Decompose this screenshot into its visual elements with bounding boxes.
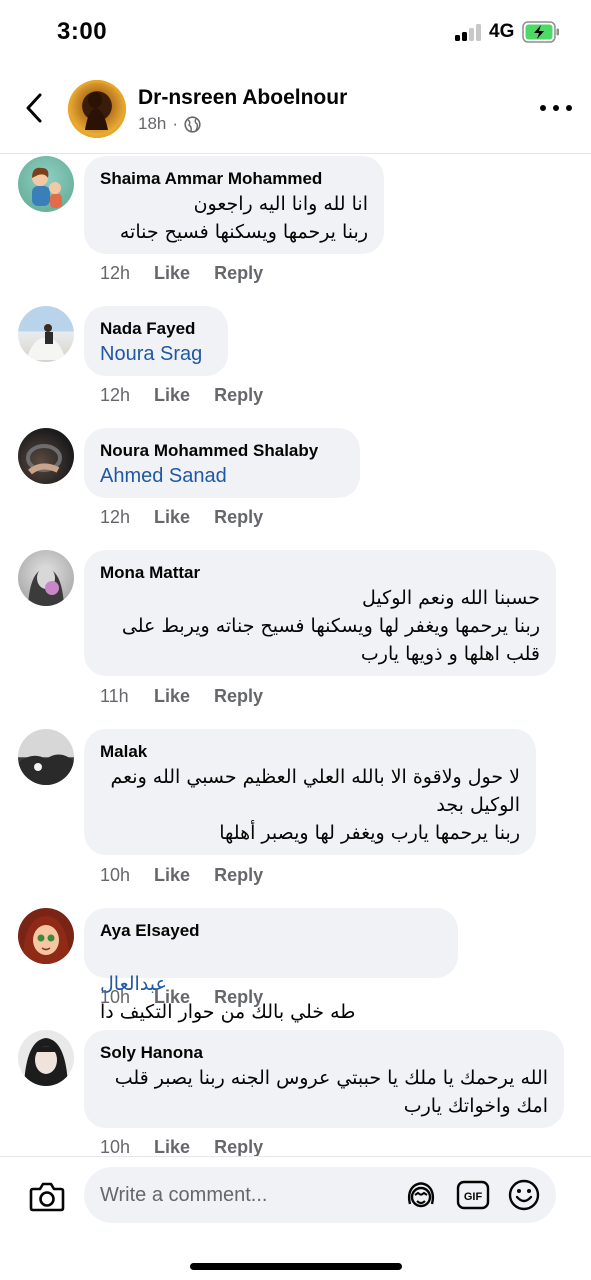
- status-bar: 3:00 4G: [0, 0, 591, 64]
- post-meta: 18h ·: [138, 114, 201, 134]
- comment-bubble[interactable]: Noura Mohammed Shalaby Ahmed Sanad: [84, 428, 360, 498]
- comment-bubble[interactable]: Shaima Ammar Mohammed انا لله وانا اليه …: [84, 156, 384, 254]
- author-name[interactable]: Dr-nsreen Aboelnour: [138, 86, 347, 110]
- comment-text: عبدالعال طه خلي بالك من حوار التكيف دا: [100, 942, 442, 1026]
- like-button[interactable]: Like: [154, 865, 190, 886]
- comment-bubble[interactable]: Malak لا حول ولاقوة الا بالله العلي العظ…: [84, 729, 536, 855]
- comment-time: 10h: [100, 1137, 131, 1157]
- comment-bubble[interactable]: Soly Hanona الله يرحمك يا ملك يا حببتي ع…: [84, 1030, 564, 1128]
- meta-dot: ·: [172, 114, 179, 133]
- reply-button[interactable]: Reply: [214, 1137, 263, 1158]
- comment-time: 10h: [100, 865, 131, 885]
- comment-time: 12h: [100, 507, 131, 527]
- like-button[interactable]: Like: [154, 507, 190, 528]
- comment-bubble[interactable]: Aya Elsayed عبدالعال طه خلي بالك من حوار…: [84, 908, 458, 1023]
- comment-actions: 12h Like Reply: [100, 263, 263, 284]
- home-indicator: [190, 1263, 402, 1270]
- like-button[interactable]: Like: [154, 686, 190, 707]
- comment-text: الله يرحمك يا ملك يا حببتي عروس الجنه رب…: [114, 1067, 548, 1117]
- mention-link[interactable]: Ahmed Sanad: [100, 462, 344, 490]
- commenter-name[interactable]: Malak: [100, 741, 520, 763]
- commenter-avatar[interactable]: [18, 908, 74, 964]
- post-time: 18h: [138, 114, 167, 133]
- status-time: 3:00: [57, 18, 108, 45]
- signal-icon: [455, 24, 483, 41]
- comment-text: لا حول ولاقوة الا بالله العلي العظيم حسب…: [110, 766, 520, 844]
- comment-actions: 12h Like Reply: [100, 507, 263, 528]
- more-icon: [540, 105, 546, 111]
- like-button[interactable]: Like: [154, 987, 190, 1008]
- mention-link[interactable]: Noura Srag: [100, 340, 212, 368]
- commenter-name[interactable]: Mona Mattar: [100, 562, 540, 584]
- reply-button[interactable]: Reply: [214, 865, 263, 886]
- avatar-sticker-icon[interactable]: [404, 1178, 438, 1212]
- comment-bubble[interactable]: Nada Fayed Noura Srag: [84, 306, 228, 376]
- comment-time: 12h: [100, 263, 131, 283]
- reply-button[interactable]: Reply: [214, 385, 263, 406]
- more-options-button[interactable]: [540, 102, 572, 114]
- comment-composer: GIF: [0, 1156, 591, 1280]
- commenter-avatar[interactable]: [18, 729, 74, 785]
- commenter-name[interactable]: Soly Hanona: [100, 1042, 548, 1064]
- commenter-avatar[interactable]: [18, 156, 74, 212]
- comment-actions: 10h Like Reply: [100, 1137, 263, 1158]
- like-button[interactable]: Like: [154, 263, 190, 284]
- comment-time: 10h: [100, 987, 131, 1007]
- reply-button[interactable]: Reply: [214, 263, 263, 284]
- commenter-name[interactable]: Nada Fayed: [100, 318, 212, 340]
- post-header: Dr-nsreen Aboelnour 18h ·: [0, 66, 591, 154]
- reply-button[interactable]: Reply: [214, 686, 263, 707]
- comment-actions: 12h Like Reply: [100, 385, 263, 406]
- commenter-avatar[interactable]: [18, 306, 74, 362]
- author-avatar[interactable]: [68, 80, 126, 138]
- back-button[interactable]: [18, 88, 50, 128]
- comment-actions: 11h Like Reply: [100, 686, 263, 707]
- battery-icon: [522, 21, 559, 43]
- like-button[interactable]: Like: [154, 1137, 190, 1158]
- comment-time: 12h: [100, 385, 131, 405]
- camera-icon[interactable]: [28, 1177, 66, 1215]
- back-arrow-icon: [26, 93, 42, 123]
- comment-time: 11h: [100, 686, 129, 706]
- comment-actions: 10h Like Reply: [100, 987, 263, 1008]
- emoji-icon[interactable]: [507, 1178, 541, 1212]
- network-label: 4G: [489, 21, 515, 42]
- commenter-avatar[interactable]: [18, 428, 74, 484]
- commenter-avatar[interactable]: [18, 1030, 74, 1086]
- comment-actions: 10h Like Reply: [100, 865, 263, 886]
- globe-icon: [184, 115, 201, 133]
- reply-button[interactable]: Reply: [214, 987, 263, 1008]
- svg-text:GIF: GIF: [464, 1191, 483, 1203]
- comment-text: انا لله وانا اليه راجعون ربنا يرحمها ويس…: [119, 193, 368, 243]
- commenter-name[interactable]: Aya Elsayed: [100, 920, 442, 942]
- reply-button[interactable]: Reply: [214, 507, 263, 528]
- like-button[interactable]: Like: [154, 385, 190, 406]
- commenter-avatar[interactable]: [18, 550, 74, 606]
- comment-text: حسبنا الله ونعم الوكيل ربنا يرحمها ويغفر…: [121, 587, 540, 665]
- commenter-name[interactable]: Shaima Ammar Mohammed: [100, 168, 368, 190]
- gif-icon[interactable]: GIF: [456, 1178, 490, 1212]
- commenter-name[interactable]: Noura Mohammed Shalaby: [100, 440, 344, 462]
- comment-bubble[interactable]: Mona Mattar حسبنا الله ونعم الوكيل ربنا …: [84, 550, 556, 676]
